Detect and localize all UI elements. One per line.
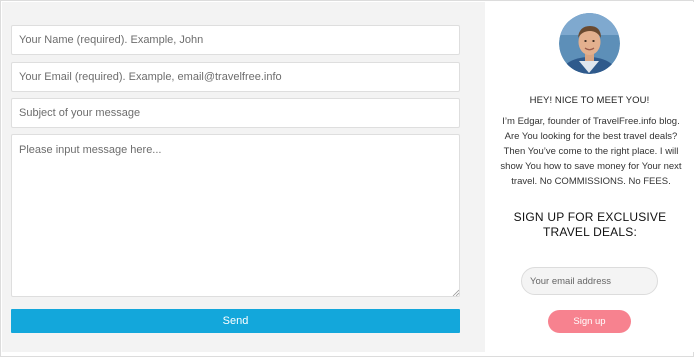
author-bio: I’m Edgar, founder of TravelFree.info bl… (500, 116, 682, 187)
avatar (559, 13, 620, 74)
send-button[interactable]: Send (11, 309, 460, 333)
author-sidebar: HEY! NICE TO MEET YOU! I’m Edgar, founde… (485, 2, 694, 352)
message-textarea[interactable] (11, 134, 460, 297)
signup-heading: SIGN UP FOR EXCLUSIVE TRAVEL DEALS: (513, 210, 667, 239)
contact-form: Send (2, 2, 485, 352)
email-input[interactable] (11, 62, 460, 92)
author-photo-icon (559, 13, 620, 74)
subject-input[interactable] (11, 98, 460, 128)
name-input[interactable] (11, 25, 460, 55)
resize-handle-icon[interactable] (452, 289, 459, 296)
newsletter-email-input[interactable] (521, 267, 658, 295)
page-frame: Send HEY (0, 0, 694, 357)
signup-button[interactable]: Sign up (548, 310, 631, 333)
greeting-heading: HEY! NICE TO MEET YOU! (529, 95, 650, 106)
